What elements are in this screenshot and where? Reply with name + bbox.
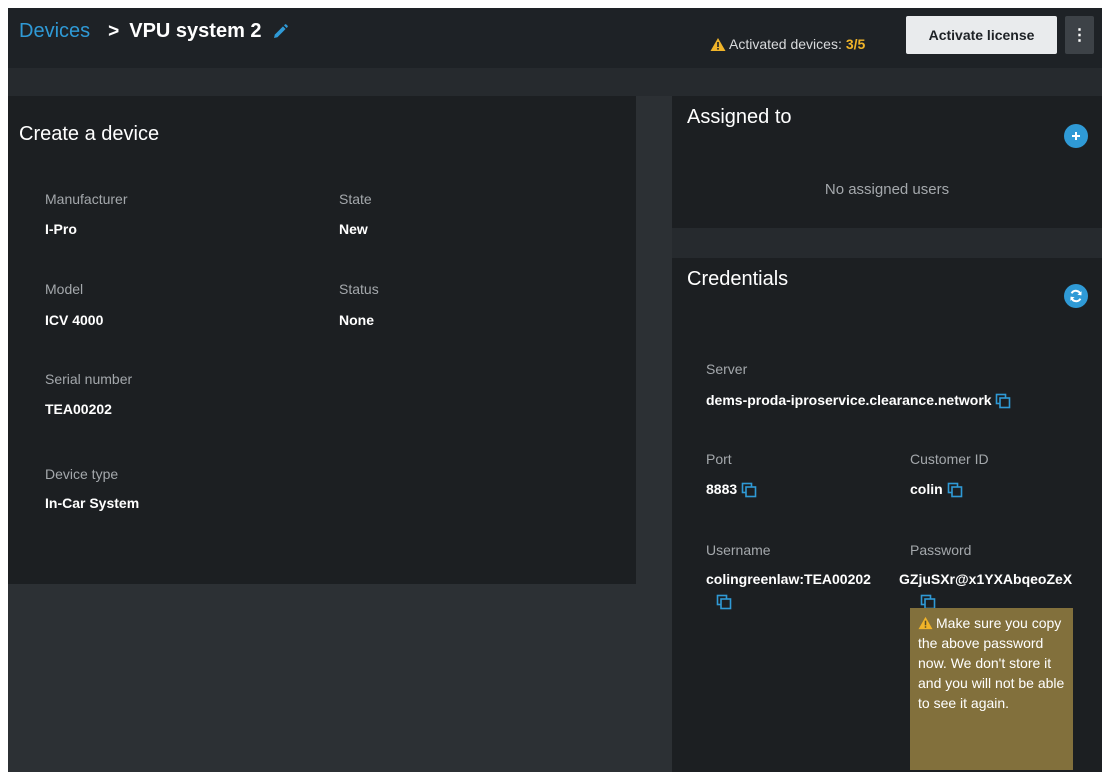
customer-id-value-row: colin (910, 481, 963, 498)
header-bar: Devices > VPU system 2 Activated devices… (8, 8, 1102, 68)
assigned-panel: Assigned to No assigned users (672, 96, 1102, 228)
refresh-icon[interactable] (1064, 284, 1088, 308)
activate-license-button[interactable]: Activate license (906, 16, 1057, 54)
model-value: ICV 4000 (45, 312, 104, 328)
server-value: dems-proda-iproservice.clearance.network (706, 392, 992, 408)
copy-icon[interactable] (995, 393, 1011, 409)
status-value: None (339, 312, 374, 328)
breadcrumb-separator: > (108, 20, 120, 42)
customer-id-value: colin (910, 481, 943, 497)
panel-spacer (672, 228, 1102, 258)
username-label: Username (706, 542, 771, 558)
plus-icon[interactable] (1064, 124, 1088, 148)
serial-number-label: Serial number (45, 371, 133, 387)
device-details-panel: Create a device Manufacturer I-Pro State… (8, 96, 636, 584)
device-type-label: Device type (45, 466, 119, 482)
device-type-value: In-Car System (45, 495, 140, 511)
kebab-menu-icon[interactable]: ⋮ (1065, 16, 1094, 54)
no-assigned-users-text: No assigned users (824, 181, 950, 198)
page-title: VPU system 2 (129, 20, 262, 42)
copy-icon[interactable] (947, 482, 963, 498)
model-label: Model (45, 281, 84, 297)
warning-triangle-icon (918, 616, 933, 630)
breadcrumb-devices-link[interactable]: Devices (19, 20, 90, 43)
device-panel-title: Create a device (19, 123, 160, 145)
app-window: Devices > VPU system 2 Activated devices… (8, 8, 1102, 772)
header-spacer (8, 68, 1102, 96)
manufacturer-value: I-Pro (45, 221, 77, 237)
copy-icon[interactable] (741, 482, 757, 498)
assigned-panel-title: Assigned to (687, 106, 792, 128)
breadcrumb: Devices > VPU system 2 (19, 20, 289, 43)
credentials-panel-title: Credentials (687, 268, 789, 290)
server-label: Server (706, 361, 748, 377)
state-label: State (339, 191, 372, 207)
manufacturer-label: Manufacturer (45, 191, 128, 207)
pencil-icon[interactable] (271, 23, 289, 41)
port-value: 8883 (706, 481, 738, 497)
username-value: colingreenlaw:TEA00202 (706, 571, 871, 587)
activated-devices-label: Activated devices: (729, 36, 842, 52)
customer-id-label: Customer ID (910, 451, 989, 467)
password-label: Password (910, 542, 972, 558)
server-value-row: dems-proda-iproservice.clearance.network (706, 392, 1011, 409)
port-value-row: 8883 (706, 481, 757, 498)
serial-number-value: TEA00202 (45, 401, 112, 417)
copy-icon[interactable] (716, 594, 732, 610)
password-value: GZjuSXr@x1YXAbqeoZeX (899, 571, 1073, 587)
password-warning-box: Make sure you copy the above password no… (910, 608, 1073, 770)
state-value: New (339, 221, 368, 237)
warning-triangle-icon (710, 37, 726, 52)
activated-devices-count: 3/5 (845, 36, 866, 52)
port-label: Port (706, 451, 732, 467)
status-label: Status (339, 281, 379, 297)
activated-devices-status: Activated devices: 3/5 (710, 36, 865, 52)
password-warning-text: Make sure you copy the above password no… (918, 615, 1065, 711)
